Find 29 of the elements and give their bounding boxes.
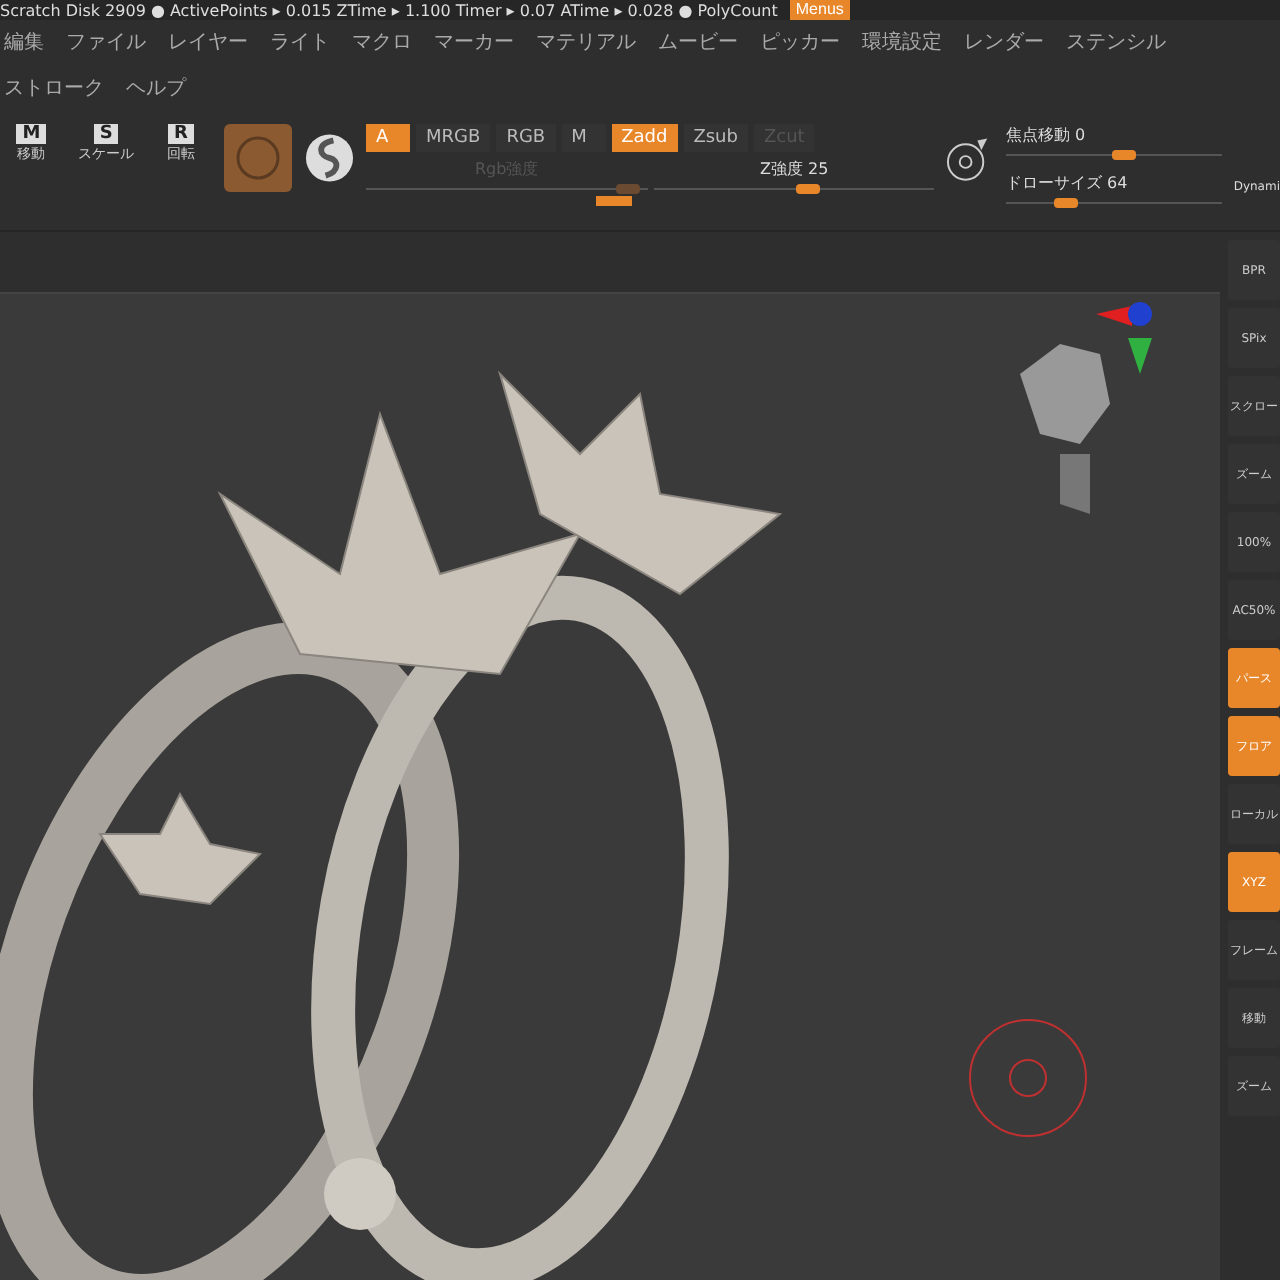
menu-item[interactable]: 環境設定 bbox=[862, 28, 942, 62]
color-mode-button[interactable]: M bbox=[561, 124, 606, 152]
menu-item[interactable]: マーカー bbox=[434, 28, 514, 62]
color-mode-button[interactable]: RGB bbox=[496, 124, 556, 152]
stroke-icon[interactable] bbox=[303, 132, 355, 184]
brush-cursor-icon bbox=[964, 1014, 1092, 1142]
menu-item[interactable]: マテリアル bbox=[536, 28, 636, 62]
slider-thumb[interactable] bbox=[796, 184, 821, 194]
slider-handle[interactable] bbox=[596, 196, 633, 206]
menu-item[interactable]: マクロ bbox=[352, 28, 412, 62]
status-text: Scratch Disk 2909 ● ActivePoints ▸ 0.015 ZTime ▸ 1.100 Timer ▸ 0.07 ATime ▸ 0.028 ● PolyCount bbox=[0, 1, 778, 19]
menu-item[interactable]: ピッカー bbox=[760, 28, 840, 62]
menu-item[interactable]: ヘルプ bbox=[126, 74, 186, 108]
slider-label: 焦点移動 0 bbox=[1005, 124, 1088, 146]
menu-item[interactable]: ライト bbox=[270, 28, 330, 62]
menu-item[interactable]: レンダー bbox=[964, 28, 1044, 62]
menu-item[interactable]: ストローク bbox=[4, 74, 104, 108]
slider-label: Z強度 25 bbox=[757, 158, 831, 180]
slider-label: ドローサイズ 64 bbox=[1005, 172, 1130, 194]
slider-thumb[interactable] bbox=[1112, 150, 1137, 160]
viewport-canvas[interactable] bbox=[0, 292, 1220, 1280]
menu-item[interactable]: 編集 bbox=[4, 28, 44, 62]
menu-item[interactable]: ファイル bbox=[66, 28, 146, 62]
menu-item[interactable]: ムービー bbox=[658, 28, 738, 62]
z-mode-button[interactable]: Zsub bbox=[683, 124, 748, 152]
menu-item[interactable]: ステンシル bbox=[1066, 28, 1166, 62]
color-mode-button[interactable]: MRGB bbox=[416, 124, 491, 152]
slider-thumb[interactable] bbox=[1054, 198, 1079, 208]
menu-item[interactable]: レイヤー bbox=[168, 28, 248, 62]
